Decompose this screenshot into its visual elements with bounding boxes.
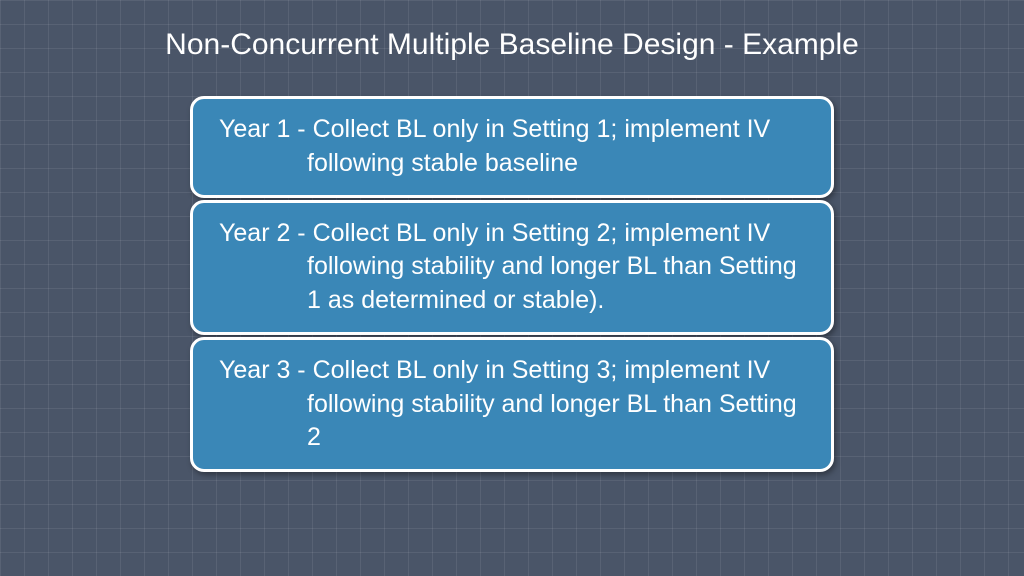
year-box-1-text: Year 1 - Collect BL only in Setting 1; i… (257, 113, 811, 181)
year-box-3: Year 3 - Collect BL only in Setting 3; i… (190, 337, 834, 472)
year-box-1: Year 1 - Collect BL only in Setting 1; i… (190, 96, 834, 198)
content-boxes: Year 1 - Collect BL only in Setting 1; i… (190, 96, 834, 474)
year-box-2-text: Year 2 - Collect BL only in Setting 2; i… (257, 217, 811, 318)
year-box-3-text: Year 3 - Collect BL only in Setting 3; i… (257, 354, 811, 455)
year-box-2: Year 2 - Collect BL only in Setting 2; i… (190, 200, 834, 335)
slide-title: Non-Concurrent Multiple Baseline Design … (0, 28, 1024, 62)
